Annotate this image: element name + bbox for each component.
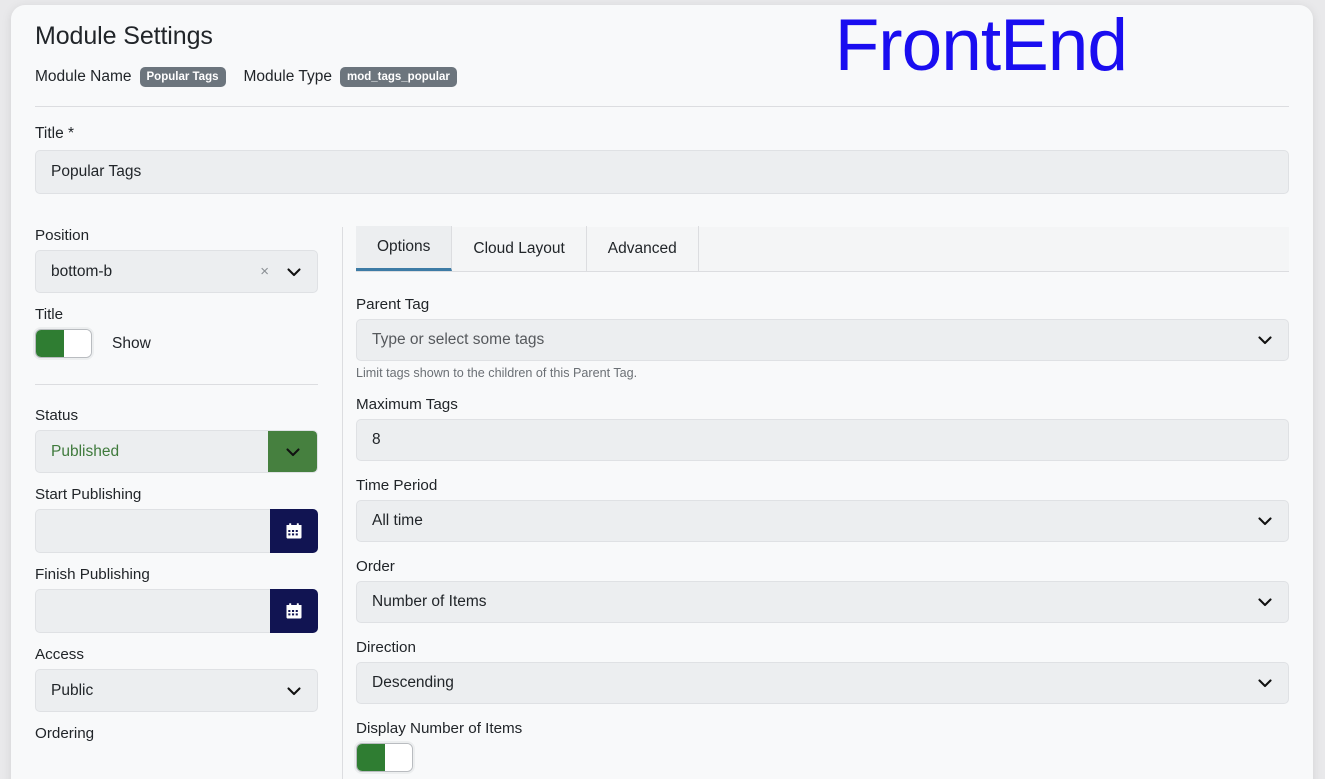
display-number-of-items-label: Display Number of Items — [356, 720, 523, 737]
start-publishing-input[interactable] — [35, 509, 270, 553]
parent-tag-help: Limit tags shown to the children of this… — [356, 366, 638, 380]
calendar-icon — [286, 603, 302, 619]
calendar-icon-button[interactable] — [270, 509, 318, 553]
start-publishing-label: Start Publishing — [35, 486, 142, 503]
ordering-label: Ordering — [35, 725, 95, 742]
tab-options[interactable]: Options — [356, 226, 453, 271]
order-value: Number of Items — [372, 593, 487, 610]
chevron-down-icon — [287, 686, 301, 695]
title-show-toggle[interactable] — [35, 329, 92, 358]
toggle-on-half — [357, 744, 385, 771]
toggle-off-half — [384, 744, 412, 771]
options-panel: Parent Tag Type or select some tags Limi… — [356, 272, 1289, 772]
maximum-tags-input[interactable]: 8 — [356, 419, 1289, 461]
display-number-of-items-group: Display Number of Items — [356, 720, 1289, 772]
module-meta: Module Name Popular Tags Module Type mod… — [35, 67, 457, 88]
clear-icon[interactable]: × — [260, 264, 269, 279]
status-group: Status Published — [35, 407, 318, 473]
tab-label: Advanced — [607, 239, 677, 257]
page-title: Module Settings — [35, 22, 213, 50]
position-label: Position — [35, 227, 90, 244]
parent-tag-group: Parent Tag Type or select some tags Limi… — [356, 296, 1289, 380]
sidebar-divider — [35, 384, 318, 385]
maximum-tags-group: Maximum Tags 8 — [356, 396, 1289, 461]
time-period-value: All time — [372, 512, 423, 529]
display-number-of-items-toggle[interactable] — [356, 743, 413, 772]
body: Position bottom-b × Title Show Status Pu… — [11, 226, 1313, 779]
position-value: bottom-b — [51, 262, 113, 280]
position-group: Position bottom-b × — [35, 227, 318, 293]
ordering-group: Ordering — [35, 725, 318, 742]
module-name-label: Module Name — [35, 68, 132, 86]
tab-label: Options — [377, 238, 431, 255]
access-label: Access — [35, 646, 84, 663]
title-toggle-label: Title — [35, 306, 64, 323]
header-divider — [35, 106, 1289, 107]
title-field-group: Title * Popular Tags — [35, 125, 1289, 194]
module-settings-card: Module Settings Module Name Popular Tags… — [11, 5, 1313, 779]
brand-logo: FrontEnd — [834, 5, 1128, 86]
main-panel: Options Cloud Layout Advanced Parent Tag — [343, 226, 1313, 779]
chevron-down-icon — [287, 267, 301, 276]
position-select[interactable]: bottom-b × — [35, 250, 318, 293]
calendar-icon-button[interactable] — [270, 589, 318, 633]
screen: Module Settings Module Name Popular Tags… — [0, 0, 1325, 779]
direction-value: Descending — [372, 674, 454, 691]
start-publishing-group: Start Publishing — [35, 486, 318, 553]
tab-bar: Options Cloud Layout Advanced — [356, 226, 1289, 272]
chevron-down-icon — [1258, 517, 1272, 526]
toggle-on-half — [36, 330, 64, 357]
title-toggle-state: Show — [112, 334, 151, 352]
finish-publishing-label: Finish Publishing — [35, 566, 150, 583]
maximum-tags-label: Maximum Tags — [356, 396, 458, 413]
time-period-select[interactable]: All time — [356, 500, 1289, 542]
chevron-down-icon — [1258, 336, 1272, 345]
finish-publishing-group: Finish Publishing — [35, 566, 318, 633]
module-name-badge: Popular Tags — [139, 67, 226, 88]
title-input[interactable]: Popular Tags — [35, 150, 1289, 194]
parent-tag-placeholder: Type or select some tags — [372, 331, 545, 348]
calendar-icon — [286, 523, 302, 539]
chevron-down-icon — [1258, 679, 1272, 688]
chevron-down-icon — [285, 447, 300, 456]
tab-cloud-layout[interactable]: Cloud Layout — [452, 226, 587, 271]
status-label: Status — [35, 407, 79, 424]
toggle-off-half — [63, 330, 91, 357]
access-select[interactable]: Public — [35, 669, 318, 712]
sidebar: Position bottom-b × Title Show Status Pu… — [11, 227, 343, 779]
tab-advanced[interactable]: Advanced — [587, 226, 699, 271]
direction-select[interactable]: Descending — [356, 662, 1289, 704]
status-dropdown-button[interactable] — [268, 431, 317, 472]
finish-publishing-input[interactable] — [35, 589, 270, 633]
access-group: Access Public — [35, 646, 318, 712]
module-type-label: Module Type — [243, 68, 332, 86]
parent-tag-label: Parent Tag — [356, 296, 430, 313]
order-select[interactable]: Number of Items — [356, 581, 1289, 623]
time-period-label: Time Period — [356, 477, 438, 494]
chevron-down-icon — [1258, 598, 1272, 607]
title-toggle-group: Title Show — [35, 306, 318, 358]
header: Module Settings Module Name Popular Tags… — [35, 5, 1289, 107]
module-type-badge: mod_tags_popular — [339, 67, 457, 88]
status-select[interactable]: Published — [35, 430, 318, 473]
direction-group: Direction Descending — [356, 639, 1289, 704]
order-label: Order — [356, 558, 395, 575]
direction-label: Direction — [356, 639, 416, 656]
access-value: Public — [51, 681, 94, 699]
title-field-label: Title * — [35, 125, 75, 142]
time-period-group: Time Period All time — [356, 477, 1289, 542]
tab-bar-filler — [699, 226, 1289, 271]
order-group: Order Number of Items — [356, 558, 1289, 623]
parent-tag-select[interactable]: Type or select some tags — [356, 319, 1289, 361]
tab-label: Cloud Layout — [473, 239, 565, 257]
status-value: Published — [51, 442, 120, 460]
